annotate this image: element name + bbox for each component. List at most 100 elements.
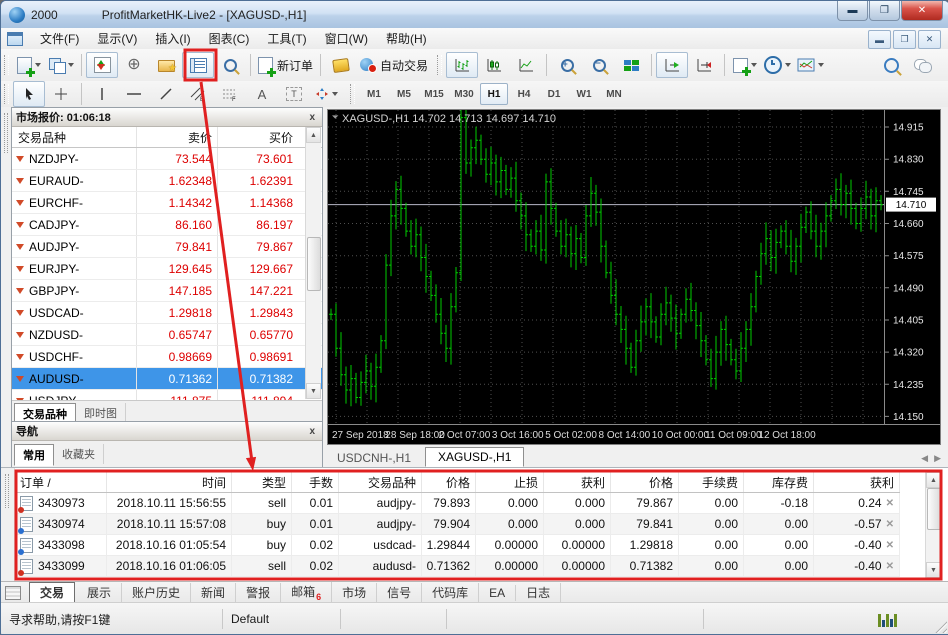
menu-item-1[interactable]: 显示(V) xyxy=(88,28,146,49)
tab-scroll-right-icon[interactable]: ▶ xyxy=(934,453,941,464)
new-chart-button[interactable] xyxy=(13,52,45,78)
ask-column-header[interactable]: 买价 xyxy=(218,127,298,147)
terminal-tab-市场[interactable]: 市场 xyxy=(332,583,378,602)
tab-scroll-left-icon[interactable]: ◀ xyxy=(921,453,928,464)
dock-panel-icon[interactable] xyxy=(5,585,21,600)
equidistant-channel-button[interactable]: E xyxy=(182,81,214,107)
market-watch-row[interactable]: CADJPY- 86.160 86.197 xyxy=(12,214,322,236)
line-chart-button[interactable] xyxy=(510,52,542,78)
terminal-tab-交易[interactable]: 交易 xyxy=(29,582,76,603)
market-watch-row[interactable]: GBPJPY- 147.185 147.221 xyxy=(12,280,322,302)
auto-scroll-button[interactable] xyxy=(656,52,689,78)
scrollbar-thumb[interactable] xyxy=(307,237,321,291)
market-watch-toggle[interactable] xyxy=(86,52,118,78)
tab-常用[interactable]: 常用 xyxy=(14,444,54,466)
menu-item-6[interactable]: 帮助(H) xyxy=(377,28,436,49)
close-order-icon[interactable]: ✕ xyxy=(886,540,894,551)
order-row[interactable]: 3430973 2018.10.11 15:56:55 sell 0.01 audjpy… xyxy=(15,493,900,514)
orders-column-header[interactable]: 时间 xyxy=(107,472,232,492)
templates-button[interactable] xyxy=(794,52,827,78)
toolbar-grip[interactable] xyxy=(350,84,355,104)
terminal-tab-信号[interactable]: 信号 xyxy=(377,583,423,602)
terminal-tab-EA[interactable]: EA xyxy=(479,584,517,601)
trendline-button[interactable] xyxy=(150,81,182,107)
chart-tab[interactable]: XAGUSD-,H1 xyxy=(425,447,525,467)
periods-button[interactable] xyxy=(761,52,794,78)
bar-chart-button[interactable] xyxy=(446,52,479,78)
search-button[interactable] xyxy=(875,52,907,78)
horizontal-line-button[interactable] xyxy=(118,81,150,107)
timeframe-m30[interactable]: M30 xyxy=(450,83,478,105)
market-watch-row[interactable]: AUDJPY- 79.841 79.867 xyxy=(12,236,322,258)
timeframe-m1[interactable]: M1 xyxy=(360,83,388,105)
order-row[interactable]: 3430974 2018.10.11 15:57:08 buy 0.01 audjpy-… xyxy=(15,514,900,535)
text-label-button[interactable]: T xyxy=(278,81,310,107)
market-watch-scrollbar[interactable]: ▲ ▼ xyxy=(305,127,321,399)
menu-item-2[interactable]: 插入(I) xyxy=(146,28,199,49)
autotrading-button[interactable]: 自动交易 xyxy=(357,52,431,78)
orders-column-header[interactable]: 价格 xyxy=(422,472,476,492)
timeframe-w1[interactable]: W1 xyxy=(570,83,598,105)
chart-shift-button[interactable] xyxy=(688,52,720,78)
timeframe-m15[interactable]: M15 xyxy=(420,83,448,105)
terminal-tab-展示[interactable]: 展示 xyxy=(77,583,123,602)
toolbar-grip[interactable] xyxy=(4,55,9,75)
navigator-header[interactable]: 导航 x xyxy=(12,422,322,441)
chart-tab[interactable]: USDCNH-,H1 xyxy=(325,449,423,467)
order-row[interactable]: 3433098 2018.10.16 01:05:54 buy 0.02 usdcad-… xyxy=(15,535,900,556)
orders-column-header[interactable]: 手数 xyxy=(292,472,339,492)
market-watch-row[interactable]: NZDJPY- 73.544 73.601 xyxy=(12,148,322,170)
profiles-button[interactable] xyxy=(45,52,77,78)
chart-menu-icon[interactable] xyxy=(7,31,23,46)
market-watch-row[interactable]: EURAUD- 1.62348 1.62391 xyxy=(12,170,322,192)
close-order-icon[interactable]: ✕ xyxy=(886,519,894,530)
data-window-button[interactable]: ⊕ xyxy=(118,52,150,78)
scroll-up-icon[interactable]: ▲ xyxy=(926,472,941,488)
scroll-down-icon[interactable]: ▼ xyxy=(306,383,321,399)
market-watch-column-headers[interactable]: 交易品种 卖价 买价 xyxy=(12,127,322,148)
symbol-column-header[interactable]: 交易品种 xyxy=(12,127,137,147)
terminal-toggle[interactable] xyxy=(182,52,214,78)
scroll-up-icon[interactable]: ▲ xyxy=(306,127,321,143)
navigator-toggle[interactable]: ★ xyxy=(150,52,182,78)
terminal-gripper[interactable] xyxy=(1,468,15,582)
timeframe-d1[interactable]: D1 xyxy=(540,83,568,105)
close-order-icon[interactable]: ✕ xyxy=(886,561,894,572)
terminal-tab-日志[interactable]: 日志 xyxy=(516,583,562,602)
bid-column-header[interactable]: 卖价 xyxy=(137,127,218,147)
mdi-restore-button[interactable]: ❐ xyxy=(893,30,916,49)
scroll-down-icon[interactable]: ▼ xyxy=(926,562,941,578)
tile-windows-button[interactable] xyxy=(615,52,647,78)
candlestick-button[interactable] xyxy=(478,52,510,78)
timeframe-m5[interactable]: M5 xyxy=(390,83,418,105)
close-button[interactable]: ✕ xyxy=(901,1,943,21)
mdi-close-button[interactable]: ✕ xyxy=(918,30,941,49)
market-watch-header[interactable]: 市场报价: 01:06:18 x xyxy=(12,108,322,127)
resize-grip[interactable] xyxy=(932,618,947,633)
chat-button[interactable] xyxy=(907,52,939,78)
orders-column-header[interactable]: 交易品种 xyxy=(339,472,422,492)
orders-scrollbar[interactable]: ▲ ▼ xyxy=(925,472,941,578)
profile-selector[interactable]: Default xyxy=(223,609,341,629)
tab-收藏夹[interactable]: 收藏夹 xyxy=(54,444,104,464)
market-watch-row[interactable]: USDCHF- 0.98669 0.98691 xyxy=(12,346,322,368)
terminal-tab-新闻[interactable]: 新闻 xyxy=(191,583,237,602)
menu-item-5[interactable]: 窗口(W) xyxy=(316,28,377,49)
orders-column-header[interactable]: 库存费 xyxy=(744,472,814,492)
arrows-button[interactable] xyxy=(310,81,342,107)
order-row[interactable]: 3433099 2018.10.16 01:06:05 sell 0.02 audusd… xyxy=(15,556,900,577)
market-watch-row[interactable]: AUDUSD- 0.71362 0.71382 xyxy=(12,368,322,390)
zoom-out-button[interactable]: − xyxy=(583,52,615,78)
market-watch-row[interactable]: EURCHF- 1.14342 1.14368 xyxy=(12,192,322,214)
chart-canvas[interactable]: 14.915 14.830 14.745 14.660 14.575 14.490 14.4… xyxy=(327,101,941,445)
orders-column-header[interactable]: 获利 xyxy=(814,472,900,492)
toolbar-grip[interactable] xyxy=(4,84,9,104)
menu-item-0[interactable]: 文件(F) xyxy=(31,28,88,49)
toolbar-grip[interactable] xyxy=(437,55,443,75)
timeframe-h4[interactable]: H4 xyxy=(510,83,538,105)
menu-item-3[interactable]: 图表(C) xyxy=(200,28,259,49)
terminal-tab-警报[interactable]: 警报 xyxy=(236,583,282,602)
mdi-minimize-button[interactable]: ▬ xyxy=(868,30,891,49)
title-bar[interactable]: 2000 ProfitMarketHK-Live2 - [XAGUSD-,H1]… xyxy=(1,1,948,29)
strategy-tester-button[interactable] xyxy=(214,52,246,78)
